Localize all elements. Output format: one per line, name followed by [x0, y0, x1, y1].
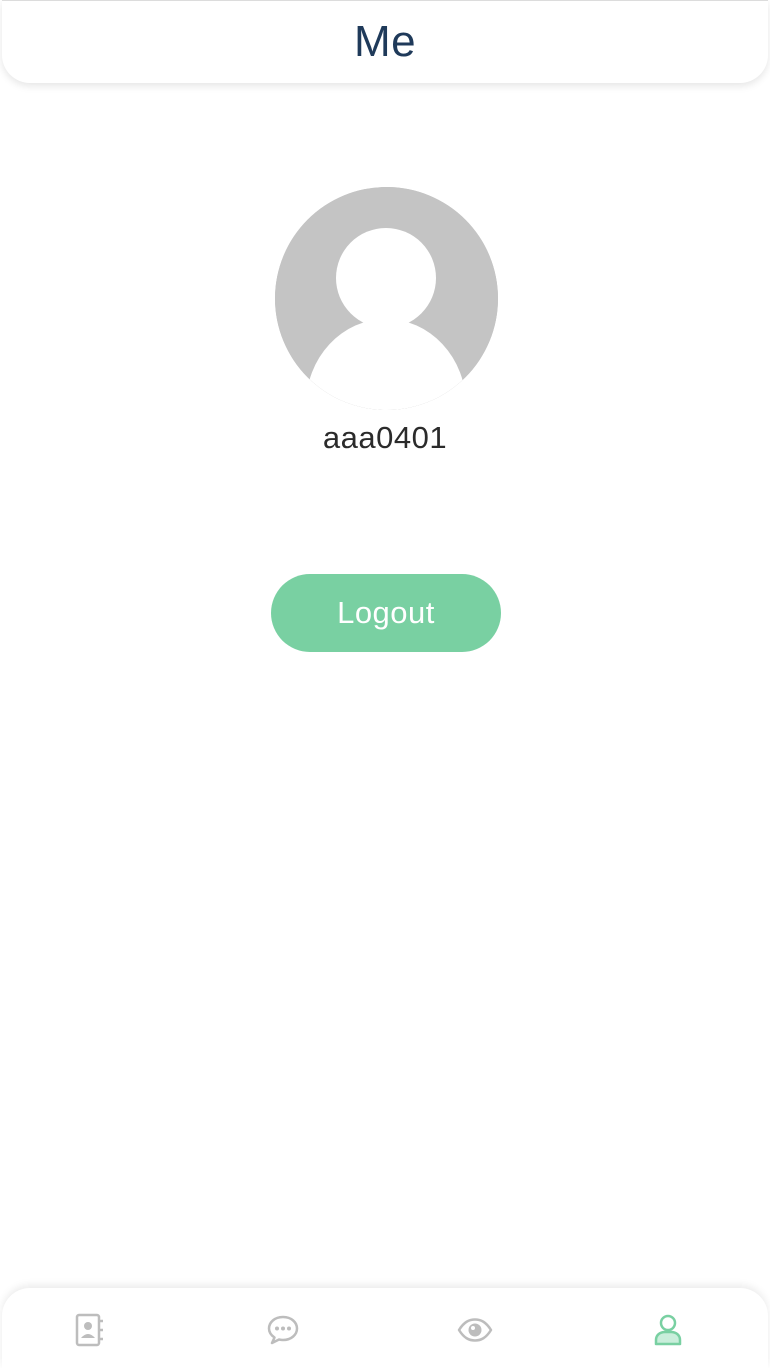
header-bar: Me [2, 0, 768, 83]
contacts-icon [75, 1313, 103, 1347]
logout-button[interactable]: Logout [271, 574, 501, 652]
tab-contacts[interactable] [66, 1308, 114, 1352]
tab-chats[interactable] [259, 1308, 307, 1352]
username-label: aaa0401 [322, 420, 448, 455]
chat-bubble-icon [267, 1315, 299, 1345]
eye-icon [457, 1318, 493, 1342]
me-screen: Me aaa0401 Logout [0, 0, 770, 1368]
tab-moments[interactable] [451, 1308, 499, 1352]
default-avatar-icon [275, 187, 498, 410]
page-title: Me [353, 17, 417, 66]
avatar [275, 187, 498, 410]
user-icon [654, 1314, 682, 1346]
bottom-tab-bar [2, 1288, 768, 1368]
tab-me[interactable] [644, 1308, 692, 1352]
